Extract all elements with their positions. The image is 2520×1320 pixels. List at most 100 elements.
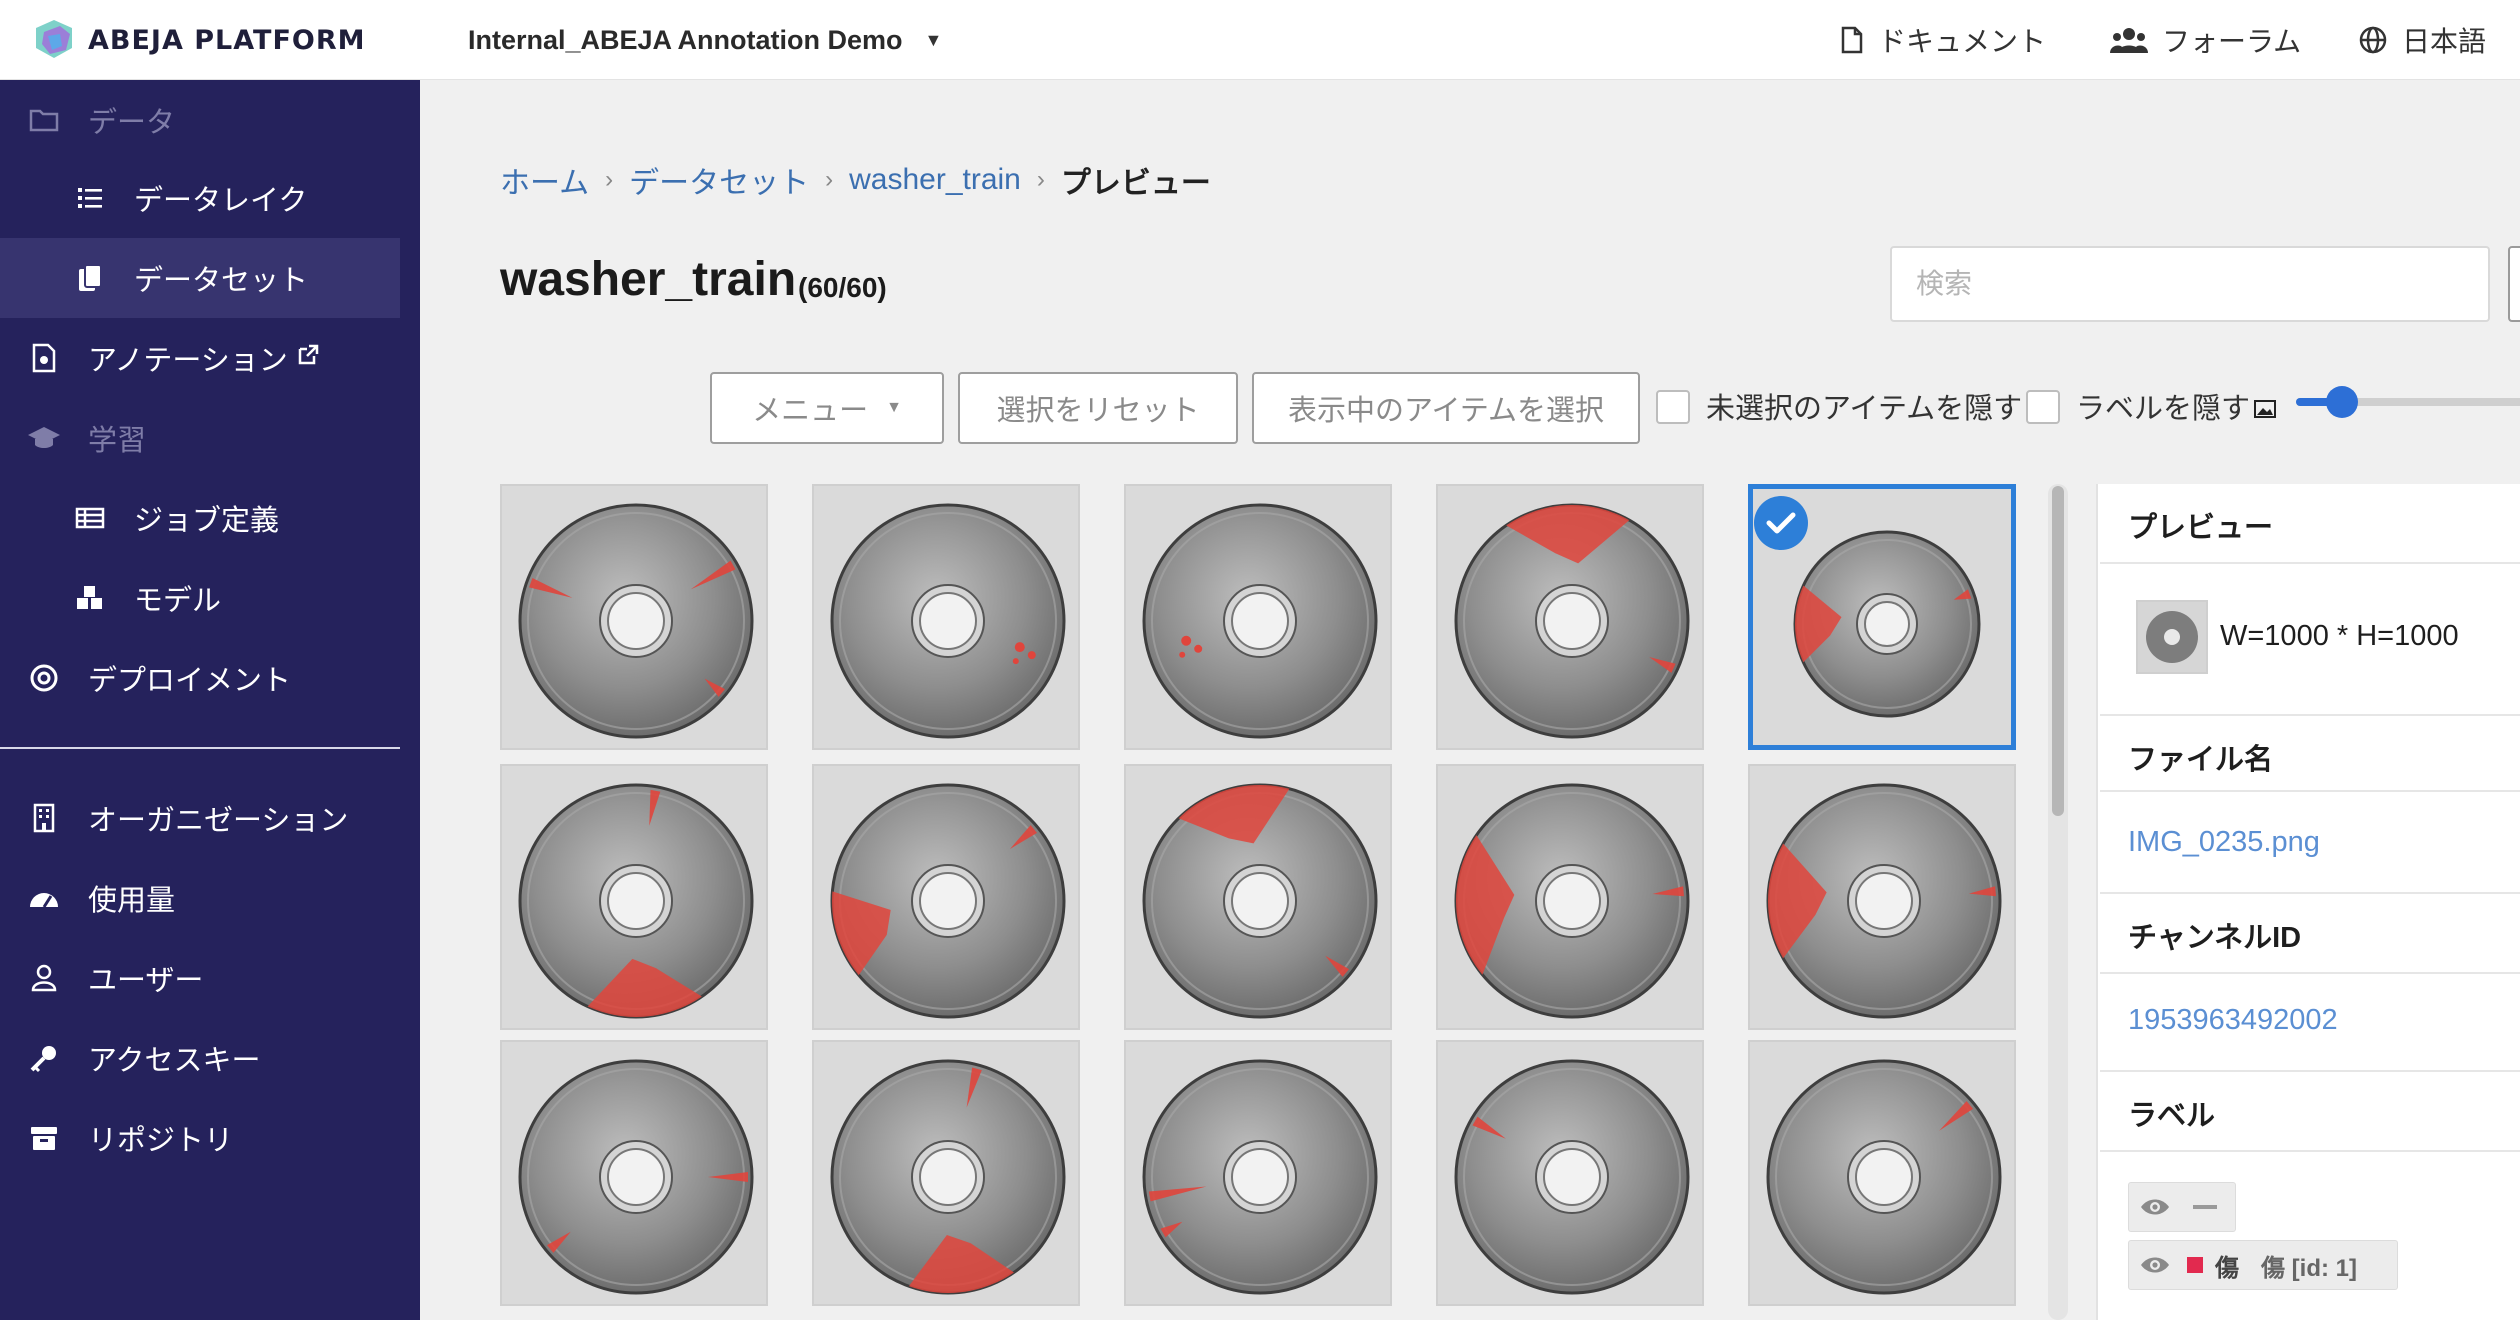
image-tile[interactable] [1748, 764, 2016, 1030]
globe-icon [2359, 26, 2387, 54]
image-icon [2254, 400, 2276, 418]
annotation-icon [24, 338, 64, 378]
breadcrumb: ホーム › データセット › washer_train › プレビュー [500, 158, 1211, 202]
gauge-icon [24, 878, 64, 918]
external-link-icon [296, 342, 320, 375]
image-tile[interactable] [1748, 1040, 2016, 1306]
reset-selection-button[interactable]: 選択をリセット [958, 372, 1238, 444]
folder-icon [24, 100, 64, 140]
sidebar-item-deployment[interactable]: デプロイメント [0, 638, 400, 718]
grid-scrollbar-thumb[interactable] [2052, 486, 2064, 816]
hide-labels-label: ラベルを隠す [2076, 393, 2251, 425]
chevron-right-icon: › [1036, 166, 1045, 193]
key-icon [24, 1038, 64, 1078]
image-tile[interactable] [1124, 1040, 1392, 1306]
list-icon [70, 178, 110, 218]
label-color-swatch [2187, 1257, 2203, 1273]
hide-unselected-checkbox[interactable] [1656, 390, 1690, 424]
file-name-heading: ファイル名 [2128, 744, 2274, 776]
breadcrumb-datasets[interactable]: データセット [629, 158, 809, 202]
cubes-icon [70, 578, 110, 618]
hide-unselected-label: 未選択のアイテムを隠す [1706, 393, 2023, 425]
channel-id-heading: チャンネルID [2128, 922, 2302, 954]
project-selector[interactable]: Internal_ABEJA Annotation Demo ▼ [468, 22, 942, 58]
sidebar-item-user[interactable]: ユーザー [0, 938, 400, 1018]
project-name: Internal_ABEJA Annotation Demo [468, 24, 903, 55]
breadcrumb-home[interactable]: ホーム [500, 158, 589, 202]
image-tile[interactable] [812, 1040, 1080, 1306]
copy-icon [70, 258, 110, 298]
image-tile[interactable] [500, 1040, 768, 1306]
panel-divider [2100, 1150, 2520, 1152]
sidebar-item-organization[interactable]: オーガニゼーション [0, 778, 400, 858]
image-tile[interactable] [500, 764, 768, 1030]
sidebar-item-model[interactable]: モデル [0, 558, 400, 638]
chevron-down-icon: ▼ [924, 29, 943, 50]
eye-icon [2129, 1197, 2181, 1217]
user-icon [24, 958, 64, 998]
label-detail: 傷 [id: 1] [2261, 1254, 2357, 1282]
image-tile[interactable] [1124, 764, 1392, 1030]
box-icon [24, 1118, 64, 1158]
label-heading: ラベル [2128, 1100, 2216, 1132]
sidebar-item-datalake[interactable]: データレイク [0, 158, 400, 238]
label-visibility-toggle-all[interactable] [2128, 1182, 2236, 1232]
sidebar-item-annotation[interactable]: アノテーション [0, 318, 400, 398]
preview-title: プレビュー [2128, 512, 2274, 544]
breadcrumb-current: プレビュー [1060, 167, 1211, 200]
label-chip[interactable]: 傷 傷 [id: 1] [2128, 1240, 2398, 1290]
check-icon [1766, 512, 1796, 534]
document-icon [1841, 26, 1863, 54]
hide-labels-checkbox[interactable] [2026, 390, 2060, 424]
menu-dropdown[interactable]: メニュー ▼ [710, 372, 944, 444]
image-tile[interactable] [1436, 484, 1704, 750]
preview-thumbnail[interactable] [2136, 600, 2208, 674]
item-count: (60/60) [798, 272, 887, 303]
chevron-right-icon: › [825, 166, 834, 193]
image-tile[interactable] [1436, 764, 1704, 1030]
image-tile[interactable] [1436, 1040, 1704, 1306]
image-tile[interactable] [500, 484, 768, 750]
image-tile[interactable] [812, 764, 1080, 1030]
building-icon [24, 798, 64, 838]
page-title: washer_train [500, 253, 797, 306]
file-name-link[interactable]: IMG_0235.png [2128, 826, 2320, 859]
graduation-cap-icon [24, 418, 64, 458]
users-icon [2110, 28, 2148, 53]
table-icon [70, 498, 110, 538]
slider-handle[interactable] [2326, 386, 2358, 418]
label-name: 傷 [2215, 1254, 2239, 1282]
panel-divider [2100, 562, 2520, 564]
sidebar: データ データレイク データセット アノテーション 学習 ジョブ定義 モデル デ… [0, 80, 420, 1320]
sidebar-item-dataset[interactable]: データセット [0, 238, 400, 318]
image-tile[interactable] [1124, 484, 1392, 750]
breadcrumb-dataset[interactable]: washer_train [849, 163, 1021, 197]
abeja-logo-icon [36, 20, 72, 58]
panel-divider [2100, 972, 2520, 974]
sidebar-item-job-definition[interactable]: ジョブ定義 [0, 478, 400, 558]
select-visible-button[interactable]: 表示中のアイテムを選択 [1252, 372, 1640, 444]
sidebar-divider [0, 747, 400, 749]
sidebar-section-data: データ [0, 80, 400, 160]
language-selector[interactable]: 日本語 [2358, 20, 2486, 60]
eye-icon [2129, 1255, 2181, 1275]
search-button[interactable] [2508, 246, 2520, 322]
brand-name: ABEJA PLATFORM [88, 24, 366, 56]
top-bar: ABEJA PLATFORM Internal_ABEJA Annotation… [0, 0, 2520, 80]
docs-link[interactable]: ドキュメント [1840, 20, 2046, 60]
panel-divider [2100, 1070, 2520, 1072]
channel-id-link[interactable]: 1953963492002 [2128, 1004, 2338, 1037]
brand-logo[interactable]: ABEJA PLATFORM [30, 18, 366, 62]
sidebar-item-access-key[interactable]: アクセスキー [0, 1018, 400, 1098]
sidebar-section-learning: 学習 [0, 398, 400, 478]
image-dimensions: W=1000 * H=1000 [2220, 620, 2459, 652]
minus-icon [2193, 1205, 2217, 1209]
panel-divider [2100, 892, 2520, 894]
search-input[interactable] [1890, 246, 2490, 322]
image-tile[interactable] [812, 484, 1080, 750]
sidebar-item-repository[interactable]: リポジトリ [0, 1098, 400, 1178]
forum-link[interactable]: フォーラム [2110, 20, 2301, 60]
panel-divider [2100, 714, 2520, 716]
sidebar-item-usage[interactable]: 使用量 [0, 858, 400, 938]
chevron-right-icon: › [605, 166, 614, 193]
